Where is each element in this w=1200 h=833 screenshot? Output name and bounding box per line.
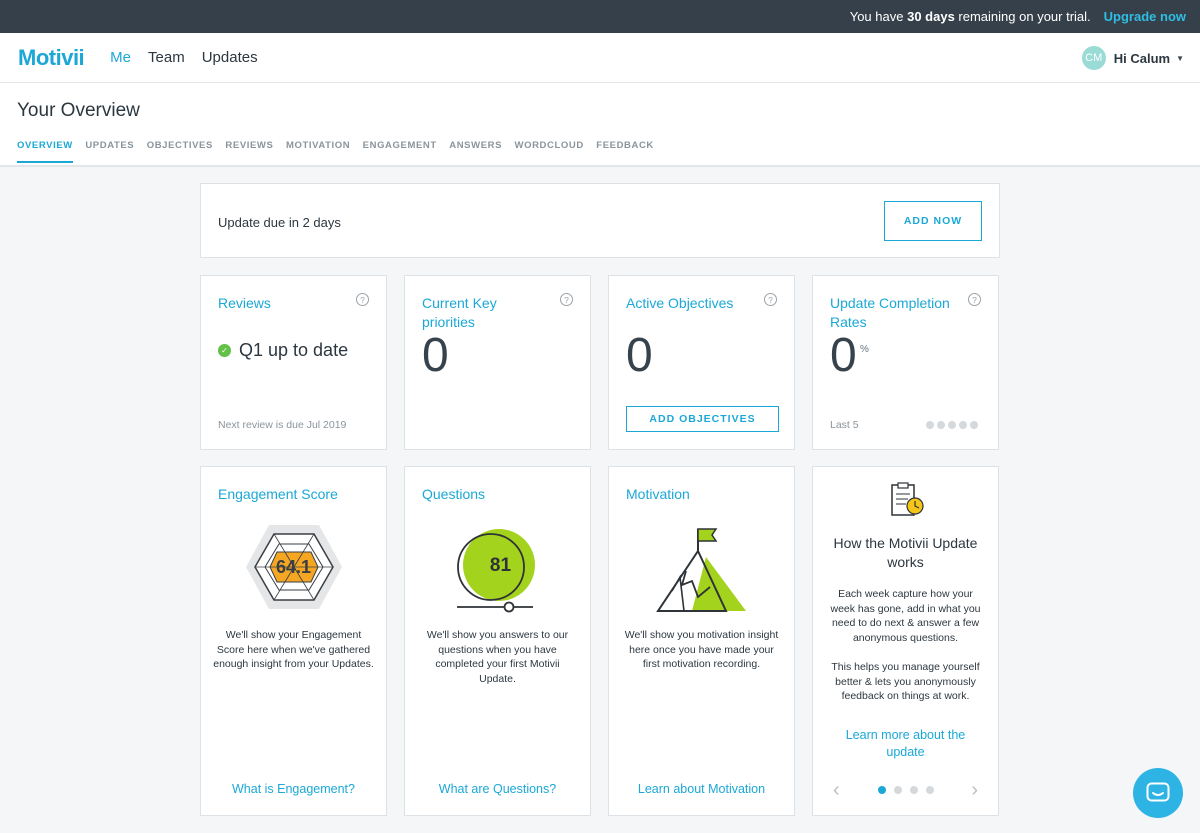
add-objectives-button[interactable]: ADD OBJECTIVES [626,406,779,432]
learn-more-link[interactable]: Learn more about the update [833,727,978,761]
update-due-text: Update due in 2 days [218,215,341,230]
review-status: ✓ Q1 up to date [218,340,348,361]
update-due-card: Update due in 2 days ADD NOW [200,183,1000,258]
completion-title[interactable]: Update Completion Rates [830,294,960,332]
how-it-works-paragraph: This helps you manage yourself better & … [831,661,980,702]
user-greeting[interactable]: Hi Calum [1114,51,1170,66]
trial-days: 30 days [907,9,955,24]
questions-title[interactable]: Questions [422,485,582,504]
motivation-title[interactable]: Motivation [626,485,786,504]
completion-dot [937,421,945,429]
chevron-right-icon[interactable]: › [971,780,978,800]
nav-me[interactable]: Me [110,49,131,66]
carousel-dots [874,786,938,794]
review-status-text: Q1 up to date [239,340,349,360]
clipboard-clock-icon [813,482,998,520]
engagement-card: Engagement Score 64.1 We'll show your En… [200,466,387,816]
reviews-card: Reviews ? ✓ Q1 up to date Next review is… [200,275,387,450]
how-it-works-card: How the Motivii Update works Each week c… [812,466,999,816]
questions-link[interactable]: What are Questions? [405,782,590,796]
motivation-link[interactable]: Learn about Motivation [609,782,794,796]
help-icon[interactable]: ? [968,293,981,306]
carousel-dot[interactable] [909,786,918,794]
tab-motivation[interactable]: MOTIVATION [286,140,350,163]
priorities-title[interactable]: Current Key priorities [422,294,542,332]
page-title: Your Overview [17,100,140,121]
chat-launcher-button[interactable] [1133,768,1183,818]
trial-suffix: remaining on your trial. [958,9,1091,24]
priorities-card: Current Key priorities ? 0 [404,275,591,450]
logo[interactable]: Motivii [18,45,85,71]
trial-banner: You have 30 days remaining on your trial… [0,0,1200,33]
completion-dot [970,421,978,429]
completion-card: Update Completion Rates ? 0 % Last 5 [812,275,999,450]
top-nav: Motivii Me Team Updates CM Hi Calum ▼ [0,33,1200,83]
engagement-score-value: 64.1 [275,557,312,577]
motivation-card: Motivation We'll show you motivation ins… [608,466,795,816]
carousel-dot[interactable] [877,786,886,794]
tab-feedback[interactable]: FEEDBACK [596,140,654,163]
completion-dots [923,421,978,429]
percent-unit: % [860,344,869,355]
carousel-dot[interactable] [893,786,902,794]
tab-updates[interactable]: UPDATES [85,140,134,163]
engagement-title[interactable]: Engagement Score [218,485,378,504]
objectives-card: Active Objectives ? 0 ADD OBJECTIVES [608,275,795,450]
check-circle-icon: ✓ [218,344,231,357]
tab-objectives[interactable]: OBJECTIVES [147,140,213,163]
carousel-controls: ‹ › [833,780,978,800]
questions-score-value: 81 [489,555,512,576]
questions-card: Questions 81 We'll show you answers to o… [404,466,591,816]
priorities-count: 0 [422,329,449,382]
tab-wordcloud[interactable]: WORDCLOUD [515,140,584,163]
questions-description: We'll show you answers to our questions … [426,629,569,685]
completion-value: 0 [830,329,857,382]
add-now-button[interactable]: ADD NOW [884,201,982,241]
upgrade-link[interactable]: Upgrade now [1104,9,1186,24]
how-it-works-paragraph: Each week capture how your week has gone… [830,588,981,644]
tab-bar: OVERVIEW UPDATES OBJECTIVES REVIEWS MOTI… [17,140,666,163]
trial-prefix: You have [849,9,904,24]
tab-engagement[interactable]: ENGAGEMENT [363,140,437,163]
chevron-down-icon[interactable]: ▼ [1176,54,1184,63]
tab-reviews[interactable]: REVIEWS [225,140,273,163]
tab-answers[interactable]: ANSWERS [449,140,502,163]
completion-dot [959,421,967,429]
carousel-dot[interactable] [925,786,934,794]
motivation-description: We'll show you motivation insight here o… [624,629,779,670]
nav-updates[interactable]: Updates [202,49,258,66]
nav-team[interactable]: Team [148,49,185,66]
completion-dot [926,421,934,429]
user-menu[interactable]: CM Hi Calum ▼ [1081,46,1184,70]
last-5-label: Last 5 [830,419,859,431]
engagement-link[interactable]: What is Engagement? [201,782,386,796]
reviews-title[interactable]: Reviews [218,294,348,313]
completion-dot [948,421,956,429]
next-review-text: Next review is due Jul 2019 [218,419,347,431]
objectives-count: 0 [626,329,653,382]
tab-overview[interactable]: OVERVIEW [17,140,73,163]
avatar[interactable]: CM [1081,46,1106,70]
chevron-left-icon[interactable]: ‹ [833,780,840,800]
page-header: Your Overview OVERVIEW UPDATES OBJECTIVE… [0,83,1200,167]
chat-icon [1146,782,1170,802]
help-icon[interactable]: ? [356,293,369,306]
help-icon[interactable]: ? [560,293,573,306]
objectives-title[interactable]: Active Objectives [626,294,756,313]
mountain-flag-icon [609,527,794,613]
engagement-description: We'll show your Engagement Score here wh… [213,629,374,670]
help-icon[interactable]: ? [764,293,777,306]
how-it-works-title: How the Motivii Update works [833,535,978,570]
